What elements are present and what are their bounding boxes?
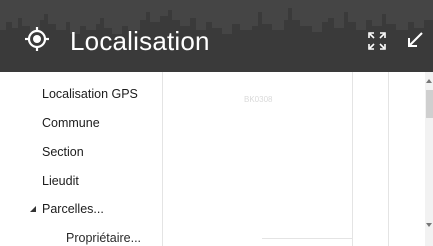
parcel-boundary — [262, 238, 352, 239]
scroll-up-arrow-icon[interactable] — [425, 78, 433, 84]
crosshair-location-icon — [25, 27, 49, 51]
menu-item-lieudit[interactable]: Lieudit — [42, 174, 79, 188]
menu-item-proprietaire[interactable]: Propriétaire... — [66, 231, 141, 245]
menu-item-gps[interactable]: Localisation GPS — [42, 87, 138, 101]
parcel-boundary — [388, 72, 389, 246]
menu-item-parcelles[interactable]: Parcelles... — [42, 202, 104, 216]
minimize-arrow-icon[interactable] — [405, 30, 425, 50]
localisation-panel: Localisation BK0308 Localisation GPS Com… — [0, 0, 433, 246]
scroll-thumb[interactable] — [426, 90, 433, 118]
expand-triangle-icon[interactable] — [30, 206, 37, 213]
vertical-scrollbar[interactable] — [425, 72, 433, 246]
scroll-down-arrow-icon[interactable] — [425, 222, 433, 228]
parcel-label: BK0308 — [244, 95, 273, 104]
panel-title: Localisation — [70, 26, 210, 56]
fullscreen-icon[interactable] — [367, 31, 387, 51]
menu-item-commune[interactable]: Commune — [42, 116, 100, 130]
menu-item-section[interactable]: Section — [42, 145, 84, 159]
parcel-boundary — [352, 72, 353, 246]
panel-header: Localisation — [0, 0, 433, 72]
localisation-menu: Localisation GPS Commune Section Lieudit… — [22, 72, 172, 246]
